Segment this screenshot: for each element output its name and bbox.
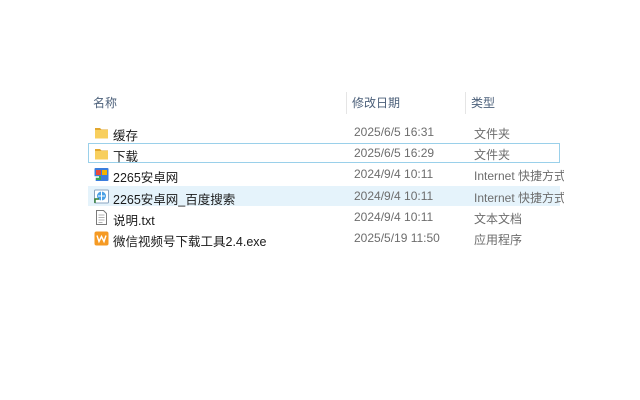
internet-shortcut-icon [94, 189, 109, 204]
file-type: 文件夹 [474, 127, 511, 141]
column-header: 名称 修改日期 类型 [88, 92, 560, 116]
file-type: Internet 快捷方式 [474, 169, 564, 184]
file-row[interactable]: 说明.txt 2024/9/4 10:11 文本文档 [88, 207, 560, 228]
file-type: 应用程序 [474, 232, 523, 247]
file-type: 文件夹 [474, 148, 511, 163]
column-header-name[interactable]: 名称 [88, 92, 346, 116]
file-date: 2025/6/5 16:29 [354, 146, 435, 161]
file-name: 下载 [113, 150, 139, 165]
file-name: 缓存 [113, 129, 139, 143]
file-row[interactable]: 下载 2025/6/5 16:29 文件夹 [88, 143, 560, 165]
internet-shortcut-icon [94, 168, 109, 182]
file-type: Internet 快捷方式 [474, 190, 564, 205]
folder-icon [95, 149, 108, 160]
column-header-type[interactable]: 类型 [466, 92, 560, 116]
text-document-icon [96, 209, 107, 225]
folder-icon [95, 128, 108, 139]
file-date: 2024/9/4 10:11 [354, 167, 434, 182]
file-date: 2025/5/19 11:50 [354, 230, 440, 245]
file-list: 缓存 2025/6/5 16:31 文件夹 下载 2025/6/5 16:29 … [88, 122, 564, 249]
file-date: 2025/6/5 16:31 [354, 125, 435, 139]
file-row[interactable]: 微信视频号下载工具2.4.exe 2025/5/19 11:50 应用程序 [88, 228, 560, 249]
file-date: 2024/9/4 10:11 [354, 188, 434, 203]
file-row[interactable]: 2265安卓网_百度搜索 2024/9/4 10:11 Internet 快捷方… [88, 185, 564, 207]
file-name: 说明.txt [113, 213, 155, 228]
file-name: 2265安卓网_百度搜索 [113, 192, 236, 207]
column-header-date[interactable]: 修改日期 [347, 92, 465, 116]
file-type: 文本文档 [474, 211, 523, 226]
file-name: 微信视频号下载工具2.4.exe [113, 234, 267, 249]
file-row[interactable]: 缓存 2025/6/5 16:31 文件夹 [88, 122, 560, 143]
application-icon [94, 231, 109, 246]
file-name: 2265安卓网 [113, 171, 179, 186]
file-date: 2024/9/4 10:11 [354, 209, 434, 224]
file-row[interactable]: 2265安卓网 2024/9/4 10:11 Internet 快捷方式 [88, 164, 564, 186]
